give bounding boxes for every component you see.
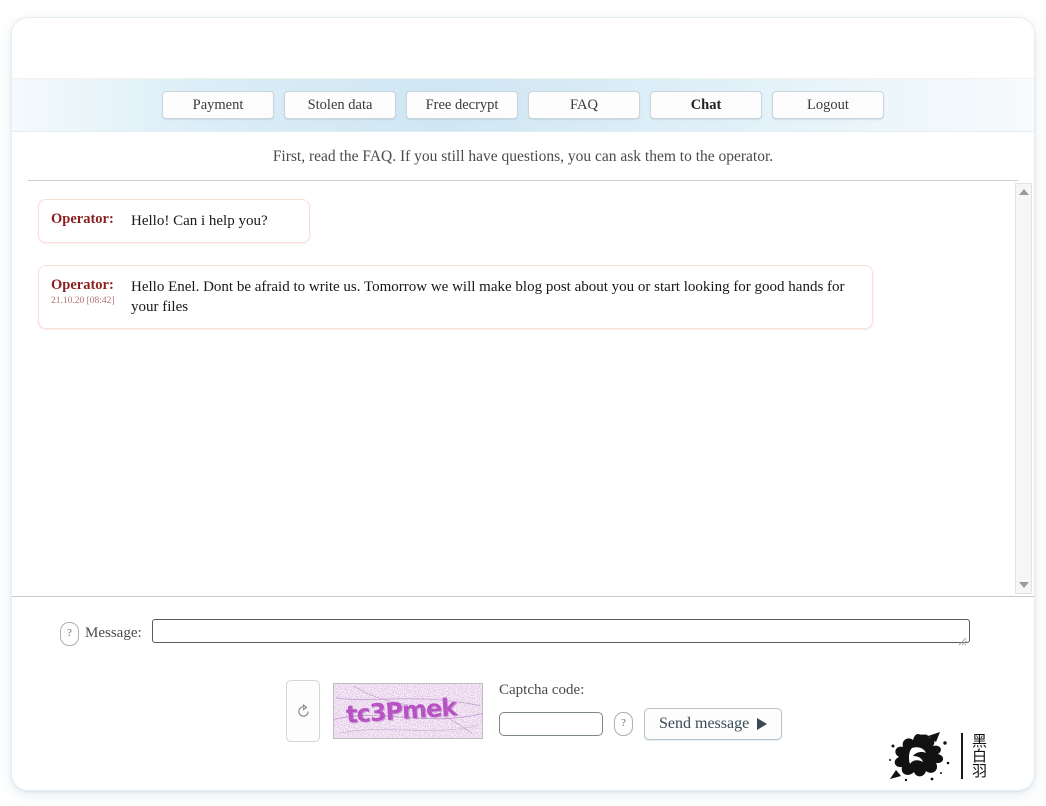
nav-item-payment[interactable]: Payment bbox=[162, 91, 274, 119]
send-message-button[interactable]: Send message bbox=[644, 708, 783, 740]
captcha-code-input[interactable] bbox=[499, 712, 603, 736]
chat-message-author: Operator: bbox=[51, 211, 114, 227]
ink-splatter-logo bbox=[888, 732, 950, 782]
chat-message-text: Hello! Can i help you? bbox=[131, 213, 268, 229]
logo-text: 黑 白 羽 bbox=[971, 733, 987, 780]
triangle-up-icon bbox=[1018, 189, 1029, 195]
message-label: Message: bbox=[85, 625, 142, 641]
nav-item-logout[interactable]: Logout bbox=[772, 91, 884, 119]
instruction-text: First, read the FAQ. If you still have q… bbox=[12, 132, 1034, 180]
chat-message: Operator: 21.10.20 [08:42] Hello Enel. D… bbox=[38, 265, 873, 329]
captcha-entry-group: Captcha code: ? Send message bbox=[499, 680, 783, 740]
captcha-code-label: Captcha code: bbox=[499, 682, 585, 698]
header-banner bbox=[12, 18, 1034, 79]
footer-logo: 黑 白 羽 bbox=[888, 730, 987, 782]
chat-area: Operator: Hello! Can i help you? Operato… bbox=[12, 181, 1034, 597]
message-compose-row: ? Message: bbox=[12, 597, 1034, 648]
chat-message-timestamp: 21.10.20 [08:42] bbox=[51, 296, 115, 306]
captcha-help-icon[interactable]: ? bbox=[614, 712, 633, 736]
triangle-down-icon bbox=[1018, 582, 1029, 588]
captcha-controls: ? Send message bbox=[499, 708, 783, 740]
nav-item-stolen-data[interactable]: Stolen data bbox=[284, 91, 396, 119]
chat-scrollbar[interactable] bbox=[1015, 183, 1032, 594]
captcha-refresh-button[interactable] bbox=[286, 680, 320, 742]
nav-item-free-decrypt[interactable]: Free decrypt bbox=[406, 91, 518, 119]
logo-divider bbox=[960, 733, 963, 779]
refresh-icon bbox=[297, 703, 309, 717]
scroll-up-button[interactable] bbox=[1016, 184, 1031, 200]
nav-item-chat[interactable]: Chat bbox=[650, 91, 762, 119]
scroll-down-button[interactable] bbox=[1016, 577, 1031, 593]
send-message-label: Send message bbox=[659, 715, 750, 732]
chat-message-text: Hello Enel. Dont be afraid to write us. … bbox=[131, 279, 845, 315]
message-help-icon[interactable]: ? bbox=[60, 621, 79, 646]
nav-item-faq[interactable]: FAQ bbox=[528, 91, 640, 119]
chat-message-author: Operator: bbox=[51, 277, 114, 293]
page-frame: Payment Stolen data Free decrypt FAQ Cha… bbox=[12, 18, 1034, 790]
captcha-row: tc3Pmek Captcha code: ? bbox=[12, 648, 1034, 742]
message-input-wrapper bbox=[151, 619, 970, 648]
main-navigation: Payment Stolen data Free decrypt FAQ Cha… bbox=[12, 79, 1034, 132]
chat-message-list: Operator: Hello! Can i help you? Operato… bbox=[12, 181, 1010, 596]
logo-text-line: 羽 bbox=[971, 761, 987, 780]
chat-message-meta: Operator: 21.10.20 [08:42] bbox=[51, 277, 121, 306]
chat-message: Operator: Hello! Can i help you? bbox=[38, 199, 310, 243]
captcha-noise-overlay bbox=[334, 684, 482, 738]
captcha-image: tc3Pmek bbox=[333, 683, 483, 739]
message-input[interactable] bbox=[151, 619, 970, 643]
chat-message-meta: Operator: bbox=[51, 211, 121, 228]
play-triangle-icon bbox=[757, 718, 768, 730]
